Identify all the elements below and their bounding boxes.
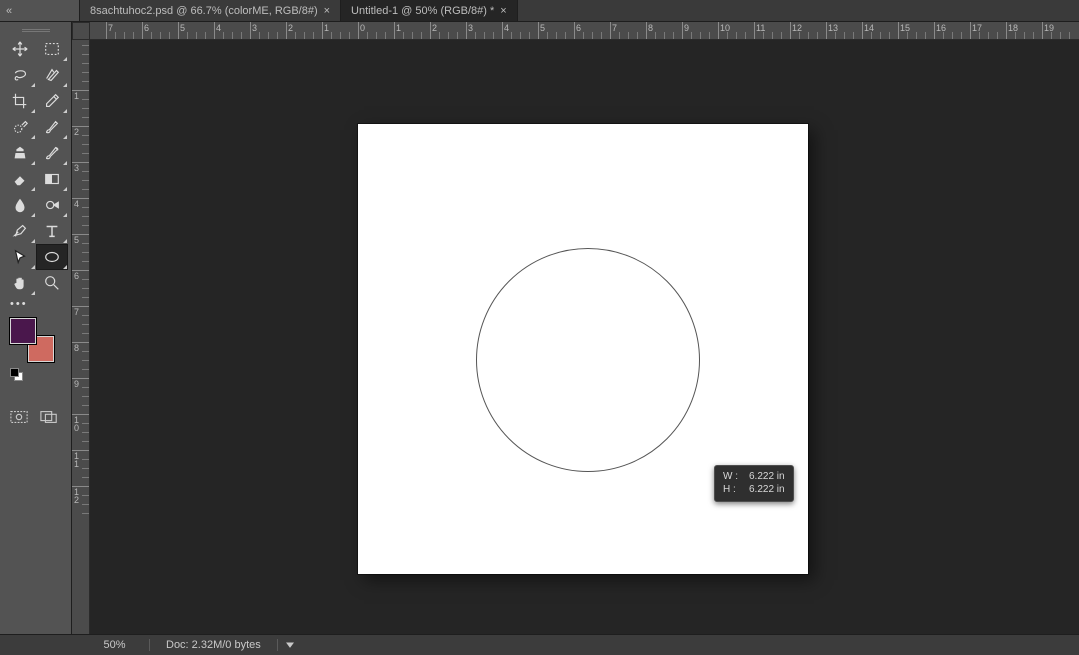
crop-tool[interactable]	[4, 88, 36, 114]
panel-drag-handle[interactable]	[0, 26, 71, 34]
edit-toolbar-button[interactable]: •••	[0, 296, 71, 312]
quick-selection-tool[interactable]	[36, 62, 68, 88]
dodge-tool[interactable]	[36, 192, 68, 218]
foreground-color-swatch[interactable]	[10, 318, 36, 344]
eraser-tool[interactable]	[4, 166, 36, 192]
ruler-origin-corner[interactable]	[72, 22, 90, 40]
color-swatches	[10, 318, 60, 366]
rectangular-marquee-tool[interactable]	[36, 36, 68, 62]
tooltip-height-value: 6.222 in	[749, 483, 785, 496]
document-tab[interactable]: Untitled-1 @ 50% (RGB/8#) * ×	[341, 0, 518, 21]
close-icon[interactable]: ×	[324, 5, 330, 17]
tools-panel: •••	[0, 22, 72, 634]
move-tool[interactable]	[4, 36, 36, 62]
status-bar: 50% Doc: 2.32M/0 bytes	[0, 634, 1079, 655]
clone-stamp-tool[interactable]	[4, 140, 36, 166]
status-info-menu-button[interactable]	[278, 641, 302, 649]
quick-mask-mode-icon[interactable]	[10, 410, 28, 429]
tab-bar-empty-area	[518, 0, 1079, 21]
document-info-label[interactable]: Doc: 2.32M/0 bytes	[150, 639, 278, 651]
document-tab-label: 8sachtuhoc2.psd @ 66.7% (colorME, RGB/8#…	[90, 5, 318, 17]
close-icon[interactable]: ×	[500, 5, 506, 17]
document-tab-bar: « 8sachtuhoc2.psd @ 66.7% (colorME, RGB/…	[0, 0, 1079, 22]
eyedropper-tool[interactable]	[36, 88, 68, 114]
horizontal-ruler[interactable]: 7654321012345678910111213141516171819	[90, 22, 1079, 40]
zoom-tool[interactable]	[36, 270, 68, 296]
pen-tool[interactable]	[4, 218, 36, 244]
path-selection-tool[interactable]	[4, 244, 36, 270]
gradient-tool[interactable]	[36, 166, 68, 192]
screen-mode-icon[interactable]	[40, 410, 58, 429]
document-tab-label: Untitled-1 @ 50% (RGB/8#) *	[351, 5, 494, 17]
ellipse-tool[interactable]	[36, 244, 68, 270]
history-brush-tool[interactable]	[36, 140, 68, 166]
blur-tool[interactable]	[4, 192, 36, 218]
brush-tool[interactable]	[36, 114, 68, 140]
spot-healing-brush-tool[interactable]	[4, 114, 36, 140]
hand-tool[interactable]	[4, 270, 36, 296]
ellipse-shape[interactable]	[476, 248, 700, 472]
tooltip-width-label: W :	[723, 470, 743, 483]
vertical-ruler[interactable]: 123456789101112	[72, 40, 90, 634]
transform-dimensions-tooltip: W : 6.222 in H : 6.222 in	[714, 465, 794, 502]
panel-collapse-button[interactable]: «	[0, 0, 80, 21]
document-viewport: 7654321012345678910111213141516171819 12…	[72, 22, 1079, 634]
tooltip-width-value: 6.222 in	[749, 470, 785, 483]
canvas-paper[interactable]	[358, 124, 808, 574]
zoom-level-field[interactable]: 50%	[80, 639, 150, 651]
tooltip-height-label: H :	[723, 483, 743, 496]
horizontal-type-tool[interactable]	[36, 218, 68, 244]
canvas-area[interactable]: W : 6.222 in H : 6.222 in	[90, 40, 1079, 634]
chevron-left-icon: «	[6, 5, 12, 17]
lasso-tool[interactable]	[4, 62, 36, 88]
document-tab[interactable]: 8sachtuhoc2.psd @ 66.7% (colorME, RGB/8#…	[80, 0, 341, 21]
